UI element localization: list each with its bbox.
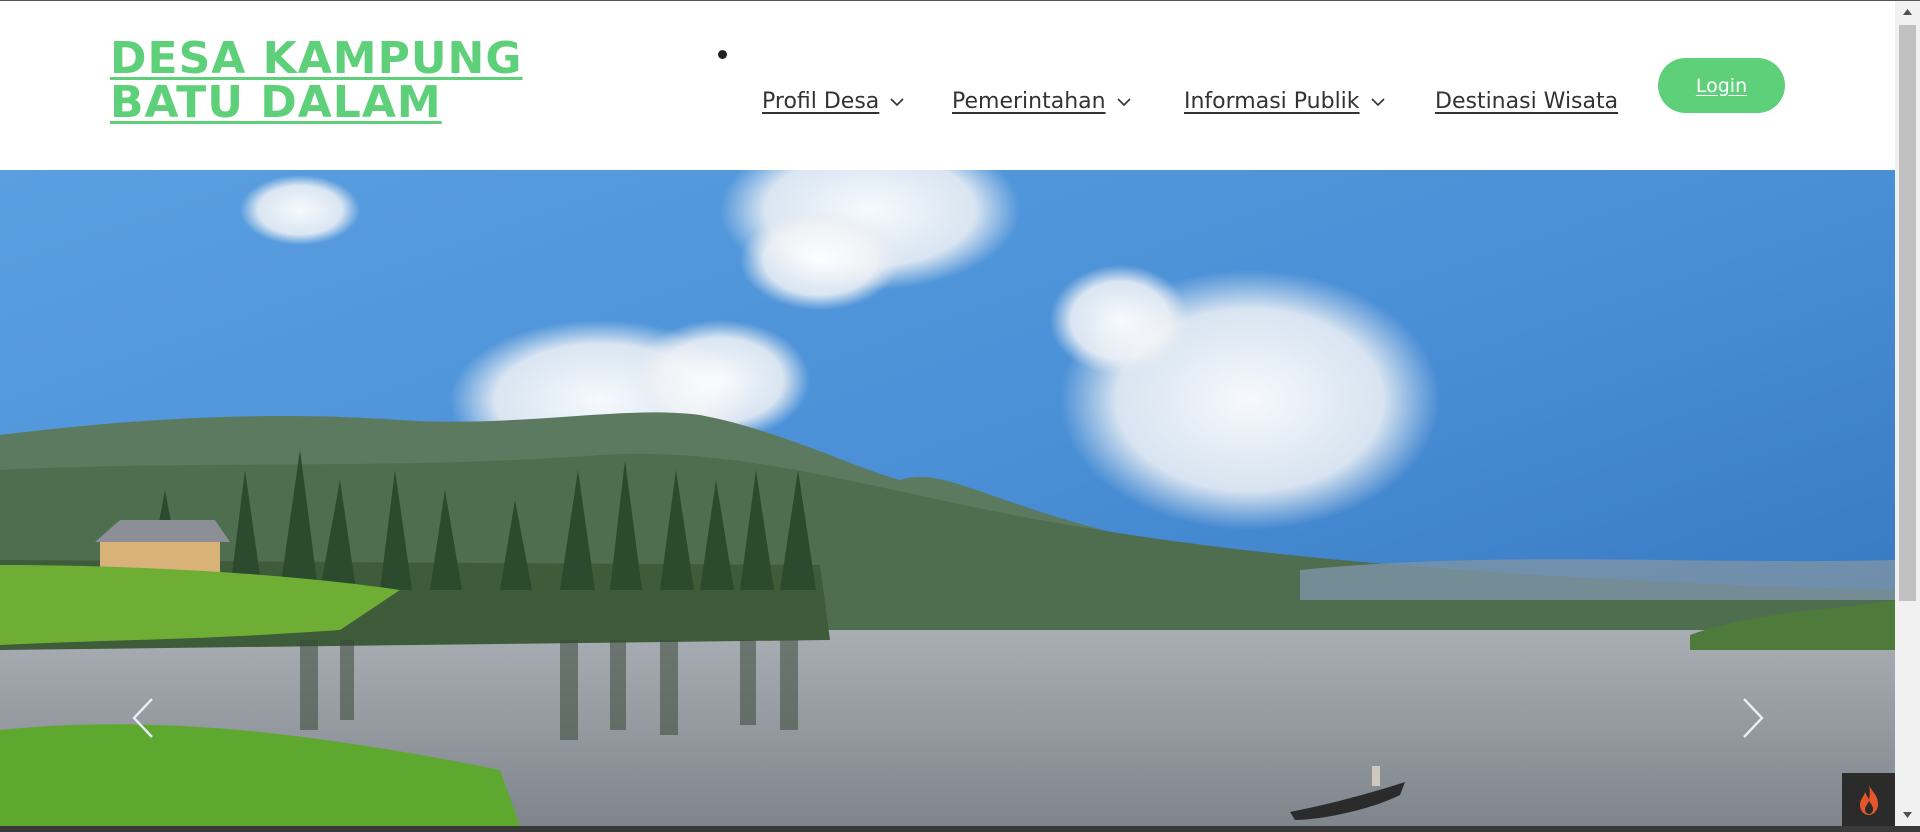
scrollbar-thumb[interactable] (1899, 25, 1916, 601)
scroll-down-arrow-icon[interactable] (1895, 804, 1920, 826)
hero-carousel (0, 170, 1895, 826)
nav-item-informasi-publik[interactable]: Informasi Publik (1184, 89, 1386, 114)
nav-item-label: Destinasi Wisata (1435, 89, 1619, 114)
site-brand-link[interactable]: DESA KAMPUNG BATU DALAM (110, 37, 670, 125)
login-button[interactable]: Login (1658, 58, 1785, 113)
list-bullet (718, 50, 727, 59)
debug-toolbar-button[interactable] (1842, 773, 1895, 826)
nav-item-destinasi-wisata[interactable]: Destinasi Wisata (1435, 89, 1618, 114)
hero-image (0, 170, 1895, 826)
nav-item-label: Pemerintahan (952, 89, 1106, 114)
carousel-next-button[interactable] (1738, 695, 1768, 741)
flame-icon (1859, 784, 1878, 815)
chevron-down-icon (1116, 97, 1131, 106)
nav-item-label: Profil Desa (762, 89, 880, 114)
page-scrollbar[interactable] (1895, 1, 1920, 826)
site-header: DESA KAMPUNG BATU DALAM Profil Desa Peme… (0, 1, 1895, 169)
carousel-prev-button[interactable] (128, 695, 158, 741)
chevron-down-icon (1370, 97, 1385, 106)
nav-item-profil-desa[interactable]: Profil Desa (762, 89, 905, 114)
scroll-up-arrow-icon[interactable] (1895, 1, 1920, 23)
window-bottom-border (0, 826, 1920, 832)
nav-item-label: Informasi Publik (1184, 89, 1360, 114)
nav-item-pemerintahan[interactable]: Pemerintahan (952, 89, 1132, 114)
chevron-down-icon (890, 97, 904, 106)
